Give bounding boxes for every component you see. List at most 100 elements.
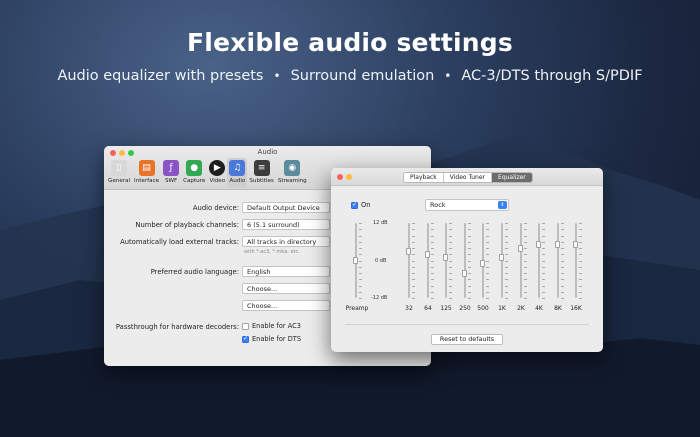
eq-preset-popup[interactable]: Rock ⇕ bbox=[425, 199, 509, 211]
band-slider-1k-knob[interactable] bbox=[499, 253, 504, 261]
slider-tick bbox=[468, 266, 471, 268]
band-slider-16k-track[interactable] bbox=[575, 223, 577, 298]
choose-language-popup-2[interactable]: Choose... bbox=[242, 300, 330, 311]
slider-tick bbox=[579, 254, 582, 256]
toolbar-item-interface[interactable]: ▤ Interface bbox=[132, 158, 161, 188]
passthrough-label: Passthrough for hardware decoders: bbox=[115, 323, 239, 331]
slider-tick bbox=[542, 229, 545, 231]
band-slider-64-knob[interactable] bbox=[425, 250, 430, 258]
preamp-slider-knob[interactable] bbox=[353, 257, 358, 264]
slider-tick bbox=[359, 298, 362, 299]
slider-tick bbox=[359, 291, 362, 293]
slider-tick bbox=[359, 229, 362, 231]
slider-tick bbox=[579, 235, 582, 237]
toolbar-item-streaming[interactable]: ◉ Streaming bbox=[276, 158, 309, 188]
band-slider-32-track[interactable] bbox=[408, 223, 410, 298]
eq-divider bbox=[345, 324, 589, 325]
slider-tick bbox=[359, 260, 362, 262]
slider-tick bbox=[542, 260, 545, 262]
slider-tick bbox=[359, 235, 362, 237]
slider-tick bbox=[561, 248, 564, 249]
slider-tick bbox=[486, 266, 489, 268]
external-tracks-popup[interactable]: All tracks in directory bbox=[242, 236, 330, 247]
tab-equalizer[interactable]: Equalizer bbox=[492, 173, 532, 182]
audio-device-popup[interactable]: Default Output Device bbox=[242, 202, 330, 213]
slider-tick bbox=[431, 266, 434, 268]
close-button[interactable] bbox=[337, 174, 343, 180]
minimize-button[interactable] bbox=[346, 174, 352, 180]
popup-arrows-icon: ⇕ bbox=[498, 201, 507, 209]
toolbar-item-swf[interactable]: ƒ SWF bbox=[161, 158, 181, 188]
slider-tick bbox=[561, 241, 564, 243]
slider-tick bbox=[412, 273, 415, 274]
slider-tick bbox=[579, 266, 582, 268]
slider-tick bbox=[468, 285, 471, 287]
slider-tick bbox=[505, 273, 508, 274]
slider-tick bbox=[524, 298, 527, 299]
slider-tick bbox=[412, 241, 415, 243]
tab-playback[interactable]: Playback bbox=[404, 173, 444, 182]
enable-dts-label: Enable for DTS bbox=[252, 335, 302, 343]
band-slider-250-knob[interactable] bbox=[462, 269, 467, 277]
eq-on-checkbox[interactable]: ✓ On bbox=[351, 201, 370, 209]
play-icon: ▶ bbox=[209, 160, 226, 176]
tab-video-tuner[interactable]: Video Tuner bbox=[444, 173, 493, 182]
slider-tick bbox=[449, 260, 452, 262]
choose-language-popup-1[interactable]: Choose... bbox=[242, 283, 330, 294]
window-title: Audio bbox=[257, 148, 278, 156]
separator-dot: • bbox=[444, 69, 452, 83]
slider-tick bbox=[359, 254, 362, 256]
toolbar-item-capture[interactable]: ● Capture bbox=[181, 158, 207, 188]
toolbar-item-subtitles[interactable]: ≡ Subtitles bbox=[247, 158, 276, 188]
enable-ac3-checkbox[interactable]: Enable for AC3 bbox=[242, 322, 301, 330]
toolbar-item-video[interactable]: ▶ Video bbox=[207, 158, 227, 188]
slider-tick bbox=[505, 260, 508, 262]
enable-dts-checkbox[interactable]: ✓ Enable for DTS bbox=[242, 335, 301, 343]
band-slider-8k-knob[interactable] bbox=[555, 241, 560, 249]
band-slider-64-track[interactable] bbox=[427, 223, 429, 298]
toolbar-item-label: Interface bbox=[134, 178, 160, 184]
band-slider-2k-knob[interactable] bbox=[518, 244, 523, 252]
dts-checkbox-box[interactable]: ✓ bbox=[242, 335, 249, 343]
db-label-max: 12 dB bbox=[373, 220, 388, 226]
band-slider-8k-track[interactable] bbox=[557, 223, 559, 298]
slider-tick bbox=[524, 254, 527, 256]
slider-tick bbox=[359, 273, 362, 274]
slider-tick bbox=[579, 248, 582, 249]
slider-tick bbox=[524, 229, 527, 231]
band-slider-4k-knob[interactable] bbox=[536, 241, 541, 249]
slider-tick bbox=[505, 285, 508, 287]
language-popup[interactable]: English bbox=[242, 266, 330, 277]
band-slider-125-knob[interactable] bbox=[443, 253, 448, 261]
band-slider-2k-track[interactable] bbox=[520, 223, 522, 298]
band-slider-4k-track[interactable] bbox=[538, 223, 540, 298]
ac3-checkbox-box[interactable] bbox=[242, 322, 249, 330]
slider-tick bbox=[524, 235, 527, 237]
slider-tick bbox=[412, 279, 415, 281]
slider-tick bbox=[505, 266, 508, 268]
reset-to-defaults-button[interactable]: Reset to defaults bbox=[431, 334, 503, 345]
band-slider-32-knob[interactable] bbox=[406, 247, 411, 255]
db-label-mid: 0 dB bbox=[375, 257, 387, 264]
enable-ac3-label: Enable for AC3 bbox=[252, 322, 301, 330]
eq-on-checkbox-box[interactable]: ✓ bbox=[351, 201, 358, 209]
slider-tick bbox=[486, 229, 489, 231]
slider-tick bbox=[431, 273, 434, 274]
slider-tick bbox=[524, 241, 527, 243]
toolbar-item-general[interactable]: ▯ General bbox=[106, 158, 132, 188]
streaming-icon: ◉ bbox=[284, 160, 301, 176]
toolbar-item-audio[interactable]: ♫ Audio bbox=[227, 158, 248, 188]
slider-tick bbox=[449, 285, 452, 287]
slider-tick bbox=[561, 229, 564, 231]
band-slider-16k-knob[interactable] bbox=[573, 241, 578, 249]
slider-tick bbox=[561, 279, 564, 281]
slider-tick bbox=[542, 248, 545, 249]
slider-tick bbox=[505, 223, 508, 224]
band-slider-250-track[interactable] bbox=[464, 223, 466, 298]
slider-tick bbox=[431, 241, 434, 243]
toolbar-item-label: General bbox=[108, 178, 131, 184]
band-slider-500-knob[interactable] bbox=[480, 260, 485, 268]
channels-popup[interactable]: 6 (5.1 surround) bbox=[242, 219, 330, 230]
toolbar-item-label: Audio bbox=[229, 178, 246, 184]
toolbar-item-label: Capture bbox=[183, 178, 206, 184]
